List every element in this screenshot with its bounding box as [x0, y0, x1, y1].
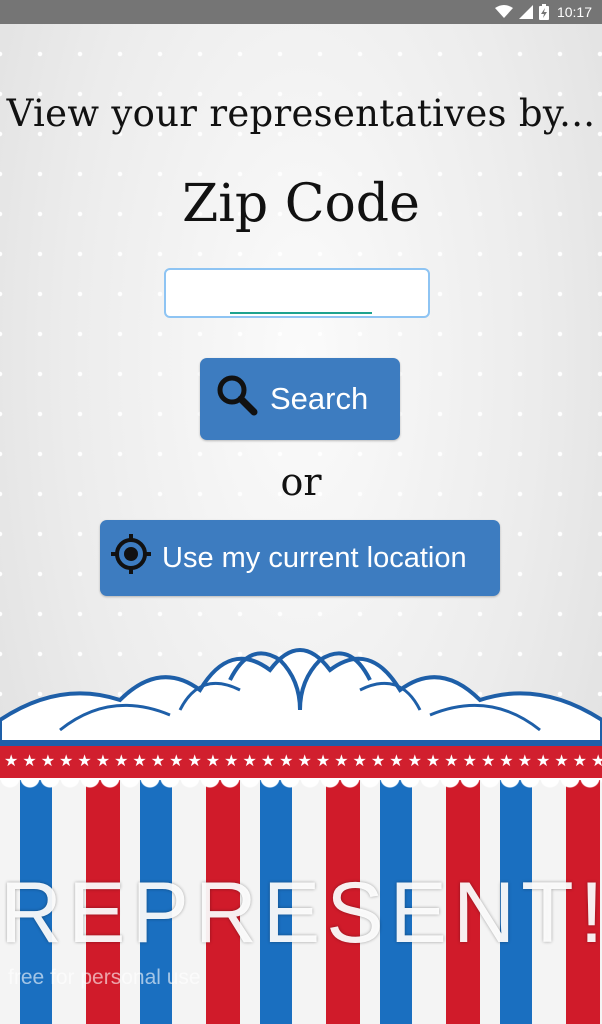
search-icon [214, 372, 260, 426]
watermark-text: free for personal use [8, 966, 201, 989]
crosshair-icon [110, 533, 152, 583]
star-band: ★★★★★★★★★★★★★★★★★★★★★★★★★★★★★★★★★★★★★★ [0, 740, 602, 782]
search-button[interactable]: Search [200, 358, 400, 440]
location-button-label: Use my current location [162, 541, 467, 574]
zip-input-container[interactable] [164, 268, 430, 318]
zip-code-input[interactable] [230, 276, 372, 314]
scallop-edge [0, 778, 602, 792]
status-time: 10:17 [556, 4, 592, 20]
status-bar: 10:17 [0, 0, 602, 24]
brand-logo-text: REPRESENT! [0, 865, 602, 961]
flourish-ornament [0, 648, 602, 750]
search-button-label: Search [270, 381, 369, 416]
battery-charging-icon [538, 4, 549, 20]
use-current-location-button[interactable]: Use my current location [100, 520, 500, 596]
or-separator: or [280, 460, 322, 504]
wifi-icon [494, 5, 513, 19]
headline: View your representatives by... [6, 92, 596, 135]
patriotic-banner: ★★★★★★★★★★★★★★★★★★★★★★★★★★★★★★★★★★★★★★ R… [0, 620, 602, 1024]
signal-icon [518, 5, 533, 19]
zip-code-title: Zip Code [182, 174, 420, 234]
